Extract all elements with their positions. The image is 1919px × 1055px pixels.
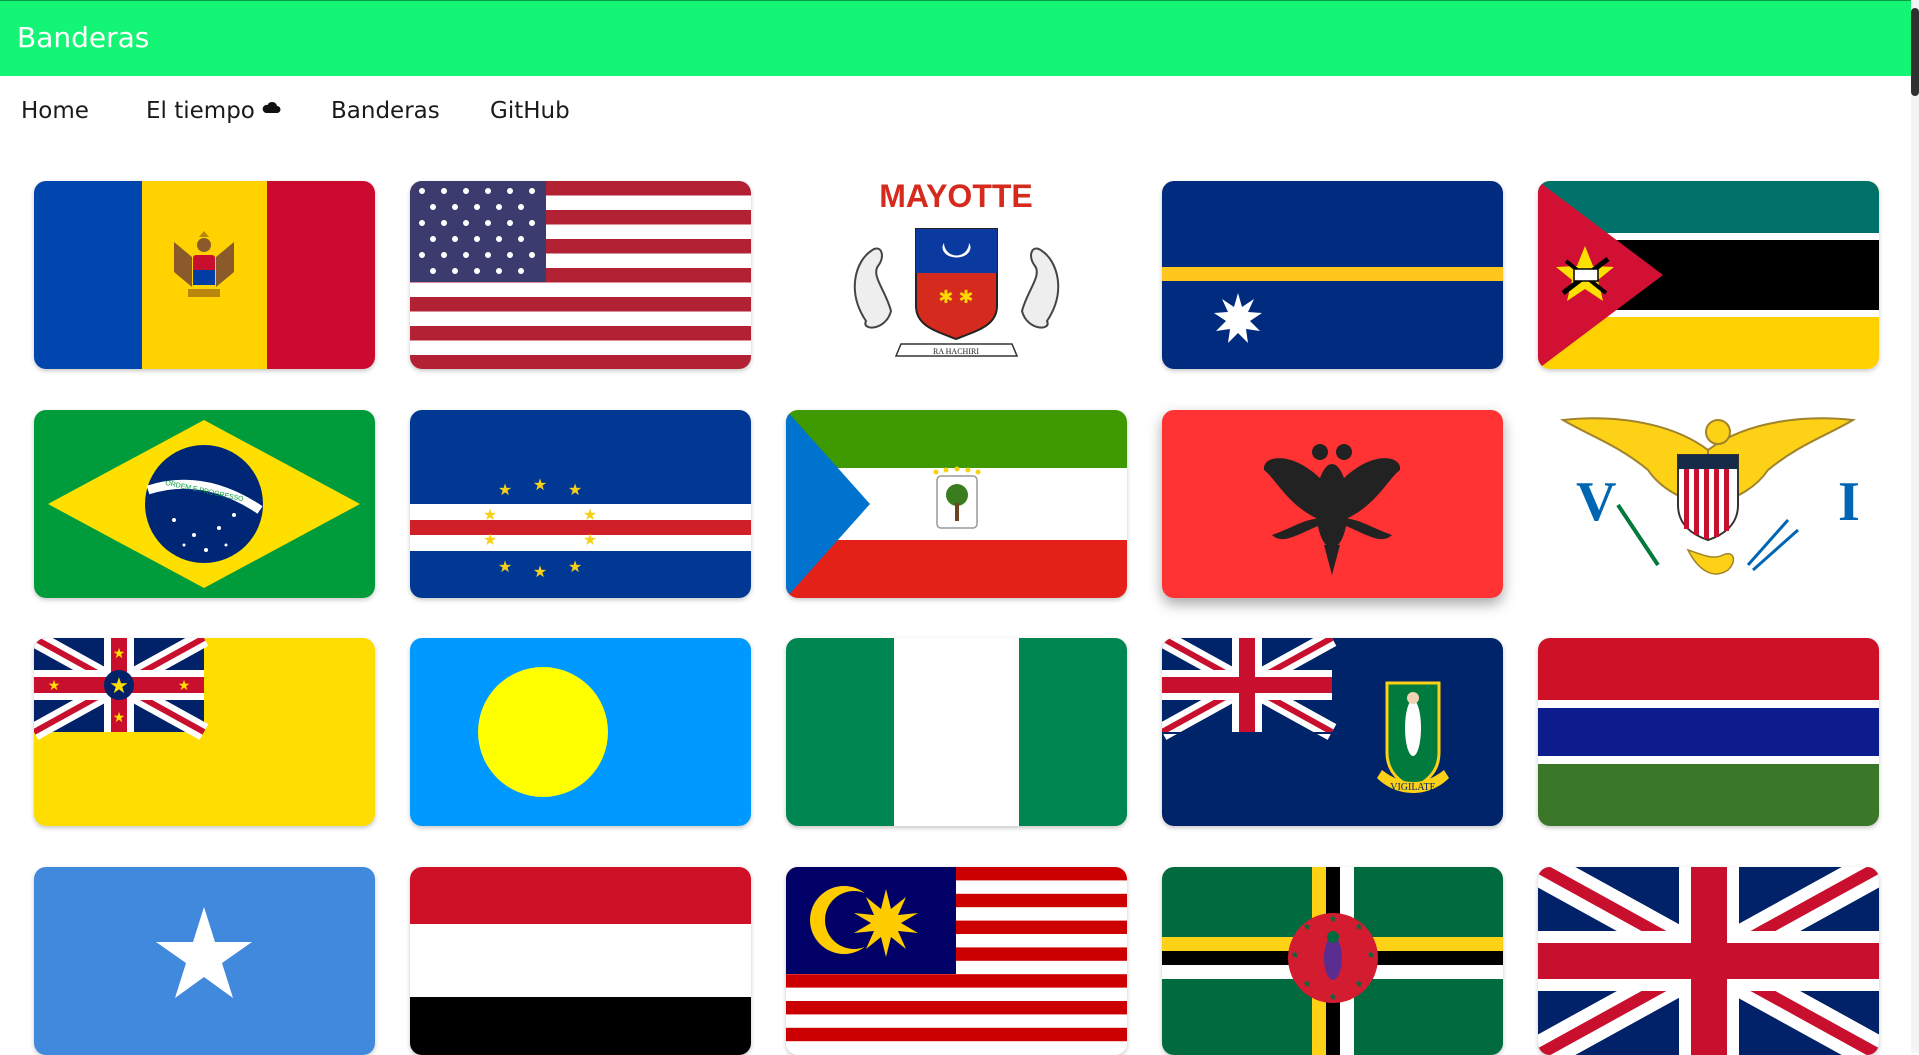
svg-text:★: ★ [113, 645, 126, 661]
mayotte-flag[interactable]: MAYOTTE ✱ ✱ RA HACHIRI [786, 181, 1127, 369]
mozambique-flag[interactable] [1538, 181, 1879, 369]
malaysia-flag[interactable] [786, 867, 1127, 1055]
equatorial-guinea-flag[interactable] [786, 410, 1127, 598]
svg-text:★: ★ [113, 709, 126, 725]
somalia-flag[interactable] [34, 867, 375, 1055]
svg-text:★: ★ [1355, 922, 1364, 933]
svg-text:★: ★ [533, 477, 547, 494]
flag-grid: MAYOTTE ✱ ✱ RA HACHIRI ORDEM E PROGRESSO ★… [0, 0, 1919, 1055]
united-states-flag[interactable] [410, 181, 751, 369]
mayotte-motto: RA HACHIRI [933, 347, 979, 356]
cape-verde-flag[interactable]: ★ ★ ★ ★ ★ ★ ★ ★ ★ ★ [410, 410, 751, 598]
svg-text:★: ★ [1291, 950, 1300, 961]
nigeria-flag[interactable] [786, 638, 1127, 826]
svg-text:★: ★ [1303, 922, 1312, 933]
svg-text:★: ★ [1355, 979, 1364, 990]
niue-flag[interactable]: ★ ★ ★ ★ ★ [34, 638, 375, 826]
united-kingdom-flag[interactable] [1538, 867, 1879, 1055]
svg-text:★: ★ [48, 677, 61, 693]
svg-text:★: ★ [583, 507, 597, 524]
svg-text:★: ★ [1329, 914, 1338, 925]
svg-text:★: ★ [498, 482, 512, 499]
svg-text:★: ★ [109, 673, 129, 698]
brazil-flag[interactable]: ORDEM E PROGRESSO [34, 410, 375, 598]
british-virgin-islands-flag[interactable]: VIGILATE [1162, 638, 1503, 826]
svg-text:★: ★ [1303, 979, 1312, 990]
albania-flag[interactable] [1162, 410, 1503, 598]
nauru-flag[interactable] [1162, 181, 1503, 369]
bvi-motto: VIGILATE [1390, 782, 1436, 793]
svg-text:★: ★ [568, 559, 582, 576]
dominica-flag[interactable]: ★ ★ ★ ★ ★ ★ ★ ★ [1162, 867, 1503, 1055]
svg-text:★: ★ [1329, 992, 1338, 1003]
moldova-flag[interactable] [34, 181, 375, 369]
mayotte-text: MAYOTTE [879, 181, 1033, 214]
svg-text:★: ★ [568, 482, 582, 499]
svg-text:★: ★ [498, 559, 512, 576]
usvi-letter-i: I [1838, 471, 1860, 533]
svg-text:★: ★ [533, 564, 547, 581]
us-virgin-islands-flag[interactable]: VI [1538, 410, 1879, 598]
usvi-letter-v: V [1576, 471, 1616, 533]
palau-flag[interactable] [410, 638, 751, 826]
svg-text:★: ★ [178, 677, 191, 693]
gambia-flag[interactable] [1538, 638, 1879, 826]
svg-text:★: ★ [1367, 950, 1376, 961]
svg-text:★: ★ [483, 507, 497, 524]
svg-text:✱ ✱: ✱ ✱ [938, 287, 973, 307]
svg-text:★: ★ [583, 532, 597, 549]
svg-text:★: ★ [483, 532, 497, 549]
yemen-flag[interactable] [410, 867, 751, 1055]
